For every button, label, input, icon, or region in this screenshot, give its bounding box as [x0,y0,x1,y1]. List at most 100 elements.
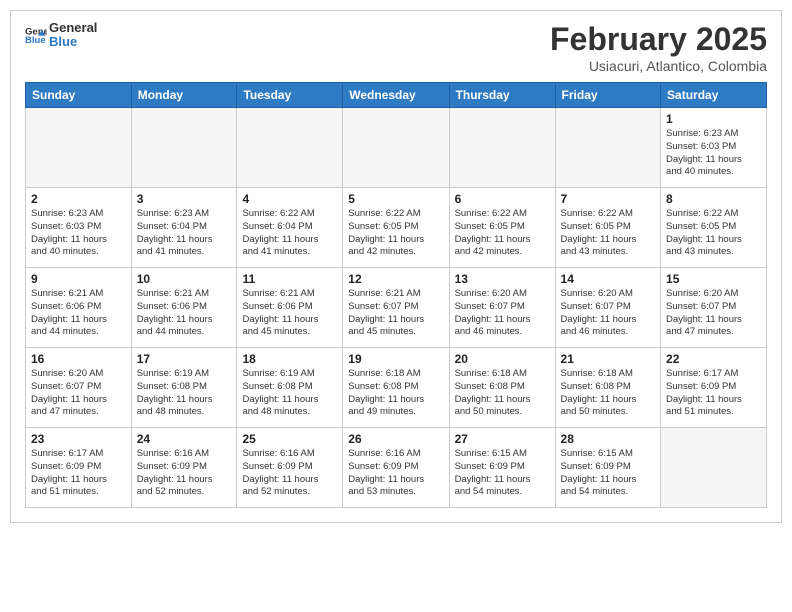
day-info: Sunrise: 6:17 AMSunset: 6:09 PMDaylight:… [666,368,761,419]
day-number: 14 [561,272,656,286]
header: General Blue General Blue February 2025 … [25,21,767,74]
calendar-cell: 4 Sunrise: 6:22 AMSunset: 6:04 PMDaylight… [237,188,343,268]
day-info: Sunrise: 6:22 AMSunset: 6:05 PMDaylight:… [455,208,550,259]
day-info: Sunrise: 6:16 AMSunset: 6:09 PMDaylight:… [137,448,232,499]
calendar-cell: 11 Sunrise: 6:21 AMSunset: 6:06 PMDayligh… [237,268,343,348]
day-number: 3 [137,192,232,206]
day-info: Sunrise: 6:20 AMSunset: 6:07 PMDaylight:… [31,368,126,419]
weekday-header: Tuesday [237,83,343,108]
day-number: 8 [666,192,761,206]
day-number: 11 [242,272,337,286]
day-number: 22 [666,352,761,366]
calendar-cell: 7Sunrise: 6:22 AMSunset: 6:05 PMDaylight… [555,188,661,268]
calendar-cell [131,108,237,188]
day-number: 26 [348,432,443,446]
calendar-cell [343,108,449,188]
day-number: 20 [455,352,550,366]
day-info: Sunrise: 6:21 AMSunset: 6:07 PMDaylight:… [348,288,443,339]
day-info: Sunrise: 6:16 AMSunset: 6:09 PMDaylight:… [242,448,337,499]
day-info: Sunrise: 6:21 AMSunset: 6:06 PMDaylight:… [137,288,232,339]
calendar-cell: 8 Sunrise: 6:22 AMSunset: 6:05 PMDaylight… [661,188,767,268]
day-info: Sunrise: 6:22 AMSunset: 6:05 PMDaylight:… [348,208,443,259]
month-title: February 2025 [550,21,767,58]
day-number: 6 [455,192,550,206]
page: General Blue General Blue February 2025 … [10,10,782,523]
calendar-cell: 24 Sunrise: 6:16 AMSunset: 6:09 PMDayligh… [131,428,237,508]
calendar-cell [555,108,661,188]
day-number: 28 [561,432,656,446]
day-number: 16 [31,352,126,366]
calendar-cell: 22 Sunrise: 6:17 AMSunset: 6:09 PMDayligh… [661,348,767,428]
location: Usiacuri, Atlantico, Colombia [550,58,767,74]
day-info: Sunrise: 6:22 AMSunset: 6:05 PMDaylight:… [666,208,761,259]
weekday-header: Saturday [661,83,767,108]
calendar-cell: 12 Sunrise: 6:21 AMSunset: 6:07 PMDayligh… [343,268,449,348]
day-number: 18 [242,352,337,366]
calendar-week-row: 1Sunrise: 6:23 AMSunset: 6:03 PMDaylight… [26,108,767,188]
calendar-cell: 9 Sunrise: 6:21 AMSunset: 6:06 PMDaylight… [26,268,132,348]
calendar-cell [237,108,343,188]
calendar-cell [26,108,132,188]
calendar-cell: 20 Sunrise: 6:18 AMSunset: 6:08 PMDayligh… [449,348,555,428]
day-number: 19 [348,352,443,366]
day-info: Sunrise: 6:22 AMSunset: 6:05 PMDaylight:… [561,208,656,259]
calendar-cell: 16 Sunrise: 6:20 AMSunset: 6:07 PMDayligh… [26,348,132,428]
weekday-header: Friday [555,83,661,108]
day-number: 13 [455,272,550,286]
day-number: 27 [455,432,550,446]
day-info: Sunrise: 6:18 AMSunset: 6:08 PMDaylight:… [561,368,656,419]
calendar-cell: 14 Sunrise: 6:20 AMSunset: 6:07 PMDayligh… [555,268,661,348]
calendar-cell: 13 Sunrise: 6:20 AMSunset: 6:07 PMDayligh… [449,268,555,348]
calendar-cell: 18 Sunrise: 6:19 AMSunset: 6:08 PMDayligh… [237,348,343,428]
calendar: SundayMondayTuesdayWednesdayThursdayFrid… [25,82,767,508]
weekday-header: Sunday [26,83,132,108]
svg-text:Blue: Blue [25,35,46,46]
title-block: February 2025 Usiacuri, Atlantico, Colom… [550,21,767,74]
calendar-cell [449,108,555,188]
day-number: 21 [561,352,656,366]
day-number: 10 [137,272,232,286]
day-info: Sunrise: 6:19 AMSunset: 6:08 PMDaylight:… [137,368,232,419]
calendar-header-row: SundayMondayTuesdayWednesdayThursdayFrid… [26,83,767,108]
calendar-cell: 5 Sunrise: 6:22 AMSunset: 6:05 PMDaylight… [343,188,449,268]
day-info: Sunrise: 6:21 AMSunset: 6:06 PMDaylight:… [31,288,126,339]
day-number: 12 [348,272,443,286]
day-info: Sunrise: 6:15 AMSunset: 6:09 PMDaylight:… [455,448,550,499]
weekday-header: Thursday [449,83,555,108]
day-info: Sunrise: 6:20 AMSunset: 6:07 PMDaylight:… [561,288,656,339]
day-info: Sunrise: 6:21 AMSunset: 6:06 PMDaylight:… [242,288,337,339]
calendar-week-row: 23Sunrise: 6:17 AMSunset: 6:09 PMDayligh… [26,428,767,508]
calendar-cell: 23Sunrise: 6:17 AMSunset: 6:09 PMDayligh… [26,428,132,508]
calendar-cell: 2Sunrise: 6:23 AMSunset: 6:03 PMDaylight… [26,188,132,268]
calendar-week-row: 2Sunrise: 6:23 AMSunset: 6:03 PMDaylight… [26,188,767,268]
calendar-cell: 15Sunrise: 6:20 AMSunset: 6:07 PMDayligh… [661,268,767,348]
day-number: 17 [137,352,232,366]
calendar-cell: 17 Sunrise: 6:19 AMSunset: 6:08 PMDayligh… [131,348,237,428]
day-number: 4 [242,192,337,206]
day-info: Sunrise: 6:22 AMSunset: 6:04 PMDaylight:… [242,208,337,259]
calendar-week-row: 16 Sunrise: 6:20 AMSunset: 6:07 PMDayligh… [26,348,767,428]
day-number: 5 [348,192,443,206]
day-number: 1 [666,112,761,126]
day-info: Sunrise: 6:15 AMSunset: 6:09 PMDaylight:… [561,448,656,499]
calendar-cell: 3 Sunrise: 6:23 AMSunset: 6:04 PMDaylight… [131,188,237,268]
day-number: 2 [31,192,126,206]
calendar-cell: 1Sunrise: 6:23 AMSunset: 6:03 PMDaylight… [661,108,767,188]
day-number: 25 [242,432,337,446]
day-info: Sunrise: 6:19 AMSunset: 6:08 PMDaylight:… [242,368,337,419]
day-info: Sunrise: 6:23 AMSunset: 6:04 PMDaylight:… [137,208,232,259]
calendar-cell: 25 Sunrise: 6:16 AMSunset: 6:09 PMDayligh… [237,428,343,508]
logo-line1: General [49,21,97,35]
day-number: 9 [31,272,126,286]
day-number: 24 [137,432,232,446]
calendar-cell: 27 Sunrise: 6:15 AMSunset: 6:09 PMDayligh… [449,428,555,508]
day-info: Sunrise: 6:18 AMSunset: 6:08 PMDaylight:… [455,368,550,419]
calendar-week-row: 9 Sunrise: 6:21 AMSunset: 6:06 PMDaylight… [26,268,767,348]
calendar-cell: 21 Sunrise: 6:18 AMSunset: 6:08 PMDayligh… [555,348,661,428]
calendar-cell: 6 Sunrise: 6:22 AMSunset: 6:05 PMDaylight… [449,188,555,268]
day-info: Sunrise: 6:16 AMSunset: 6:09 PMDaylight:… [348,448,443,499]
calendar-cell [661,428,767,508]
day-info: Sunrise: 6:20 AMSunset: 6:07 PMDaylight:… [455,288,550,339]
calendar-cell: 28 Sunrise: 6:15 AMSunset: 6:09 PMDayligh… [555,428,661,508]
day-info: Sunrise: 6:17 AMSunset: 6:09 PMDaylight:… [31,448,126,499]
